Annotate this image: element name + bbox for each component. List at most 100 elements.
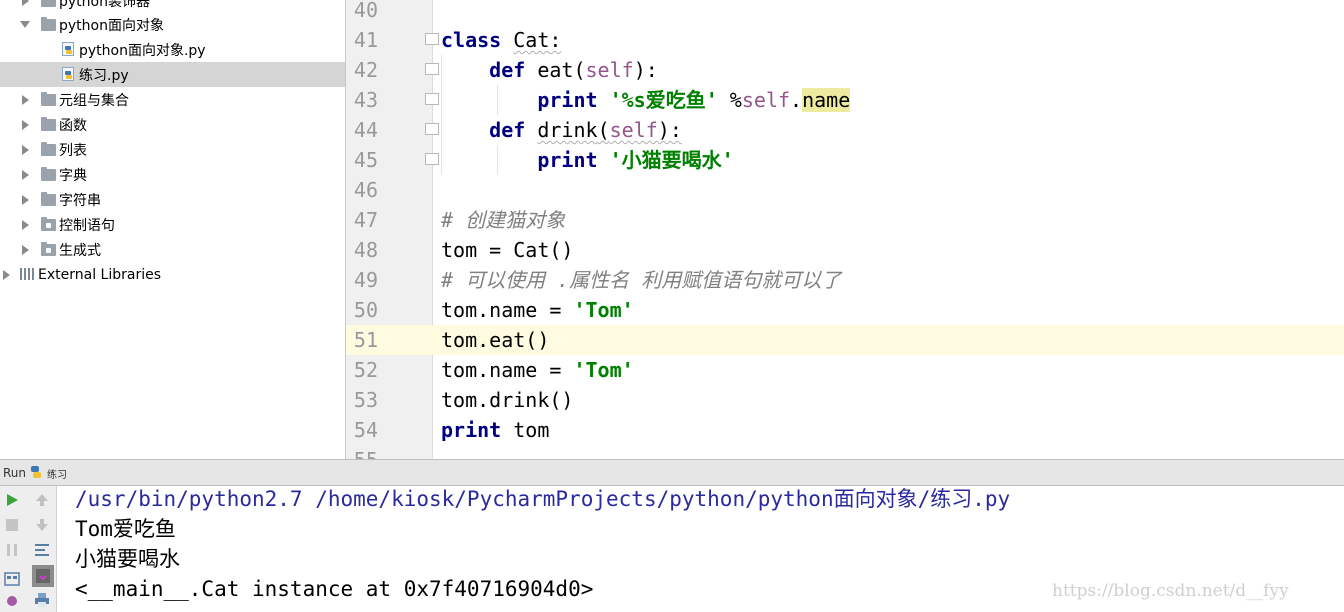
print-icon[interactable] [34, 592, 50, 608]
function-name: drink(self): [537, 118, 682, 142]
class-name: Cat: [513, 28, 562, 52]
tree-item-control-statements[interactable]: 控制语句 [0, 212, 345, 237]
line-number: 41 [353, 28, 378, 52]
console-output-line: 小猫要喝水 [75, 547, 180, 571]
console-output-line: <__main__.Cat instance at 0x7f40716904d0… [75, 577, 594, 601]
scroll-up-icon[interactable] [34, 492, 50, 508]
keyword: def [489, 118, 526, 142]
tree-item-tuples-sets[interactable]: 元组与集合 [0, 87, 345, 112]
line-number: 55 [346, 445, 378, 459]
self-param: self [585, 58, 634, 82]
line-number: 49 [353, 268, 378, 292]
code-line-47[interactable]: # 创建猫对象 [441, 205, 565, 235]
fold-end-marker-icon[interactable] [425, 153, 439, 165]
tree-item-lists[interactable]: 列表 [0, 137, 345, 162]
library-icon [20, 268, 34, 280]
rerun-icon[interactable] [4, 492, 20, 508]
python-file-icon [62, 42, 74, 56]
line-number: 47 [353, 208, 378, 232]
code-line-53[interactable]: tom.drink() [441, 385, 573, 415]
line-number: 54 [353, 418, 378, 442]
expand-arrow-icon[interactable] [22, 95, 29, 105]
tree-item-external-libraries[interactable]: External Libraries [0, 262, 345, 287]
line-number-current: 51 [353, 328, 378, 352]
keyword: def [489, 58, 526, 82]
code-line-44[interactable]: def drink(self): [441, 115, 682, 145]
code-line-41[interactable]: class Cat: [441, 25, 561, 55]
layout-icon[interactable] [4, 571, 20, 587]
paren: ): [633, 58, 658, 82]
string-literal: '%s爱吃鱼' [609, 88, 718, 112]
run-toolbar [0, 486, 57, 612]
expand-arrow-icon[interactable] [22, 195, 29, 205]
string-literal: '小猫要喝水' [609, 148, 734, 172]
run-tool-window-header: Run 练习 [0, 459, 1344, 486]
expand-arrow-icon[interactable] [22, 0, 29, 6]
run-tab-label[interactable]: Run [3, 466, 26, 480]
expand-arrow-icon[interactable] [22, 145, 29, 155]
expand-arrow-icon[interactable] [22, 170, 29, 180]
tree-item-label: 函数 [59, 117, 87, 134]
soft-wrap-icon[interactable] [34, 542, 50, 558]
tree-item-label: python面向对象 [59, 17, 164, 34]
expand-arrow-icon[interactable] [3, 270, 10, 280]
tree-item-label: 练习.py [79, 67, 129, 84]
tree-item-functions[interactable]: 函数 [0, 112, 345, 137]
identifier: tom [501, 418, 550, 442]
stop-icon[interactable] [4, 517, 20, 533]
code-line-48[interactable]: tom = Cat() [441, 235, 573, 265]
self-ref: self [741, 88, 791, 112]
expand-arrow-icon[interactable] [22, 220, 29, 230]
python-file-icon [62, 67, 74, 81]
line-number: 48 [353, 238, 378, 262]
tree-item-dicts[interactable]: 字典 [0, 162, 345, 187]
code-line-42[interactable]: def eat(self): [441, 55, 658, 85]
expand-arrow-icon[interactable] [22, 120, 29, 130]
attribute-highlight: name [802, 88, 851, 112]
folder-icon [41, 92, 56, 106]
line-number: 40 [353, 0, 378, 22]
tree-item-label: 控制语句 [59, 217, 115, 234]
debug-icon[interactable] [4, 592, 20, 608]
tree-item-python-oop[interactable]: python面向对象 [0, 12, 345, 37]
project-tree[interactable]: python装饰器 python面向对象 python面向对象.py 练习.py… [0, 0, 346, 459]
tree-item-comprehensions[interactable]: 生成式 [0, 237, 345, 262]
fold-marker-icon[interactable] [425, 63, 439, 75]
scroll-to-end-icon[interactable] [32, 565, 54, 587]
tree-item-label: 元组与集合 [59, 92, 129, 109]
tree-item-label: External Libraries [38, 266, 161, 283]
folder-icon [41, 142, 56, 156]
code-line-52[interactable]: tom.name = 'Tom' [441, 355, 634, 385]
operator: % [717, 88, 742, 112]
line-number: 43 [353, 88, 378, 112]
pause-icon[interactable] [4, 542, 20, 558]
console-output-line: Tom爱吃鱼 [75, 517, 176, 541]
tree-item-strings[interactable]: 字符串 [0, 187, 345, 212]
code-line-51[interactable]: tom.eat() [441, 325, 549, 355]
assignment: tom.name = [441, 358, 574, 382]
tree-item-oop-py[interactable]: python面向对象.py [0, 37, 345, 62]
folder-icon [41, 117, 56, 131]
fold-end-marker-icon[interactable] [425, 93, 439, 105]
code-line-50[interactable]: tom.name = 'Tom' [441, 295, 634, 325]
tree-item-practice-py[interactable]: 练习.py [0, 62, 345, 87]
watermark-text: https://blog.csdn.net/d__fyy [1052, 581, 1289, 601]
code-line-49[interactable]: # 可以使用 .属性名 利用赋值语句就可以了 [441, 265, 841, 295]
line-number: 42 [353, 58, 378, 82]
scroll-down-icon[interactable] [34, 517, 50, 533]
line-number: 50 [353, 298, 378, 322]
code-line-45[interactable]: print '小猫要喝水' [441, 145, 734, 175]
fold-marker-icon[interactable] [425, 123, 439, 135]
code-line-54[interactable]: print tom [441, 415, 549, 445]
paren: ( [573, 58, 586, 82]
run-config-name[interactable]: 练习 [47, 466, 67, 481]
code-line-43[interactable]: print '%s爱吃鱼' %self.name [441, 85, 851, 115]
collapse-arrow-icon[interactable] [20, 21, 30, 28]
package-folder-icon [41, 217, 56, 231]
expand-arrow-icon[interactable] [22, 245, 29, 255]
line-number: 53 [353, 388, 378, 412]
fold-marker-icon[interactable] [425, 33, 439, 45]
python-run-config-icon [29, 465, 43, 479]
operator: . [790, 88, 803, 112]
line-number: 44 [353, 118, 378, 142]
